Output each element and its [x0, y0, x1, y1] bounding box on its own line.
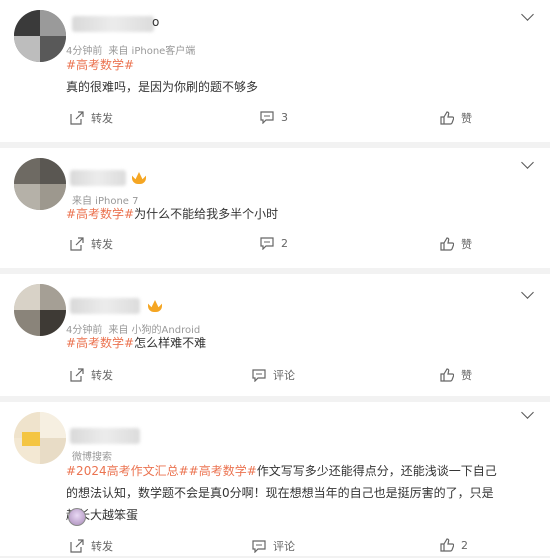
thumbs-up-icon [440, 111, 455, 125]
repost-button[interactable]: 转发 [70, 110, 113, 126]
comment-card: 来自 iPhone 7 #高考数学#为什么不能给我多半个小时 转发 2 赞 [0, 148, 550, 268]
comment-text: #高考数学# 真的很难吗，是因为你刷的题不够多 [66, 54, 520, 98]
username-blurred[interactable] [70, 298, 140, 314]
comment-icon [252, 368, 266, 383]
repost-button[interactable]: 转发 [70, 538, 113, 554]
thumbs-up-icon [440, 237, 455, 251]
like-button[interactable]: 赞 [440, 367, 472, 383]
comment-icon [260, 236, 274, 251]
avatar[interactable] [14, 10, 66, 62]
comment-feed: o 4分钟前 来自 iPhone客户端 #高考数学# 真的很难吗，是因为你刷的题不… [0, 0, 550, 556]
action-bar: 转发 评论 赞 [0, 367, 550, 387]
comment-icon [252, 539, 266, 554]
like-label: 赞 [461, 238, 472, 251]
repost-label: 转发 [91, 238, 113, 251]
comment-card: 微博搜索 #2024高考作文汇总##高考数学#作文写写多少还能得点分，还能浅谈一… [0, 402, 550, 556]
comment-label: 评论 [273, 369, 295, 382]
share-icon [70, 539, 84, 553]
username-blurred[interactable] [70, 170, 126, 186]
thumbs-up-icon [440, 368, 455, 382]
comment-button[interactable]: 3 [260, 110, 288, 125]
like-label: 赞 [461, 369, 472, 382]
crown-badge-icon [148, 300, 162, 312]
comment-text: #2024高考作文汇总##高考数学#作文写写多少还能得点分，还能浅谈一下自己的想… [66, 460, 504, 526]
comment-button[interactable]: 评论 [252, 367, 295, 383]
comment-count: 2 [281, 236, 288, 250]
repost-button[interactable]: 转发 [70, 236, 113, 252]
crown-badge-icon [132, 172, 146, 184]
hashtag-link[interactable]: #高考数学# [66, 207, 134, 221]
like-button[interactable]: 2 [440, 538, 468, 552]
hashtag-link[interactable]: #高考数学# [189, 464, 257, 478]
action-bar: 转发 2 赞 [0, 236, 550, 256]
comment-text: #高考数学#怎么样难不难 [66, 332, 520, 354]
repost-button[interactable]: 转发 [70, 367, 113, 383]
emoji-icon [68, 508, 86, 526]
hashtag-link[interactable]: #2024高考作文汇总# [66, 464, 189, 478]
username-blurred[interactable] [70, 428, 140, 444]
chevron-down-icon[interactable] [521, 406, 534, 419]
comment-body: 怎么样难不难 [134, 336, 207, 350]
hashtag-link[interactable]: #高考数学# [66, 58, 134, 72]
like-button[interactable]: 赞 [440, 236, 472, 252]
comment-button[interactable]: 评论 [252, 538, 295, 554]
like-count: 2 [461, 538, 468, 552]
comment-card: 4分钟前 来自 小狗的Android #高考数学#怎么样难不难 转发 评论 赞 [0, 274, 550, 396]
thumbs-up-icon [440, 538, 455, 552]
chevron-down-icon[interactable] [521, 156, 534, 169]
username-blurred[interactable] [72, 16, 154, 32]
chevron-down-icon[interactable] [521, 8, 534, 21]
username-suffix: o [152, 15, 160, 29]
chevron-down-icon[interactable] [521, 286, 534, 299]
comment-count: 3 [281, 110, 288, 124]
comment-label: 评论 [273, 540, 295, 553]
comment-text: #高考数学#为什么不能给我多半个小时 [66, 203, 520, 225]
like-label: 赞 [461, 112, 472, 125]
comment-body: 真的很难吗，是因为你刷的题不够多 [66, 80, 259, 94]
share-icon [70, 237, 84, 251]
avatar[interactable] [14, 158, 66, 210]
action-bar: 转发 3 赞 [0, 110, 550, 130]
avatar[interactable] [14, 412, 66, 464]
comment-icon [260, 110, 274, 125]
share-icon [70, 368, 84, 382]
comment-button[interactable]: 2 [260, 236, 288, 251]
comment-card: o 4分钟前 来自 iPhone客户端 #高考数学# 真的很难吗，是因为你刷的题不… [0, 0, 550, 142]
repost-label: 转发 [91, 369, 113, 382]
repost-label: 转发 [91, 112, 113, 125]
action-bar: 转发 评论 2 [0, 538, 550, 558]
repost-label: 转发 [91, 540, 113, 553]
like-button[interactable]: 赞 [440, 110, 472, 126]
hashtag-link[interactable]: #高考数学# [66, 336, 134, 350]
avatar[interactable] [14, 284, 66, 336]
comment-body: 为什么不能给我多半个小时 [134, 207, 279, 221]
share-icon [70, 111, 84, 125]
